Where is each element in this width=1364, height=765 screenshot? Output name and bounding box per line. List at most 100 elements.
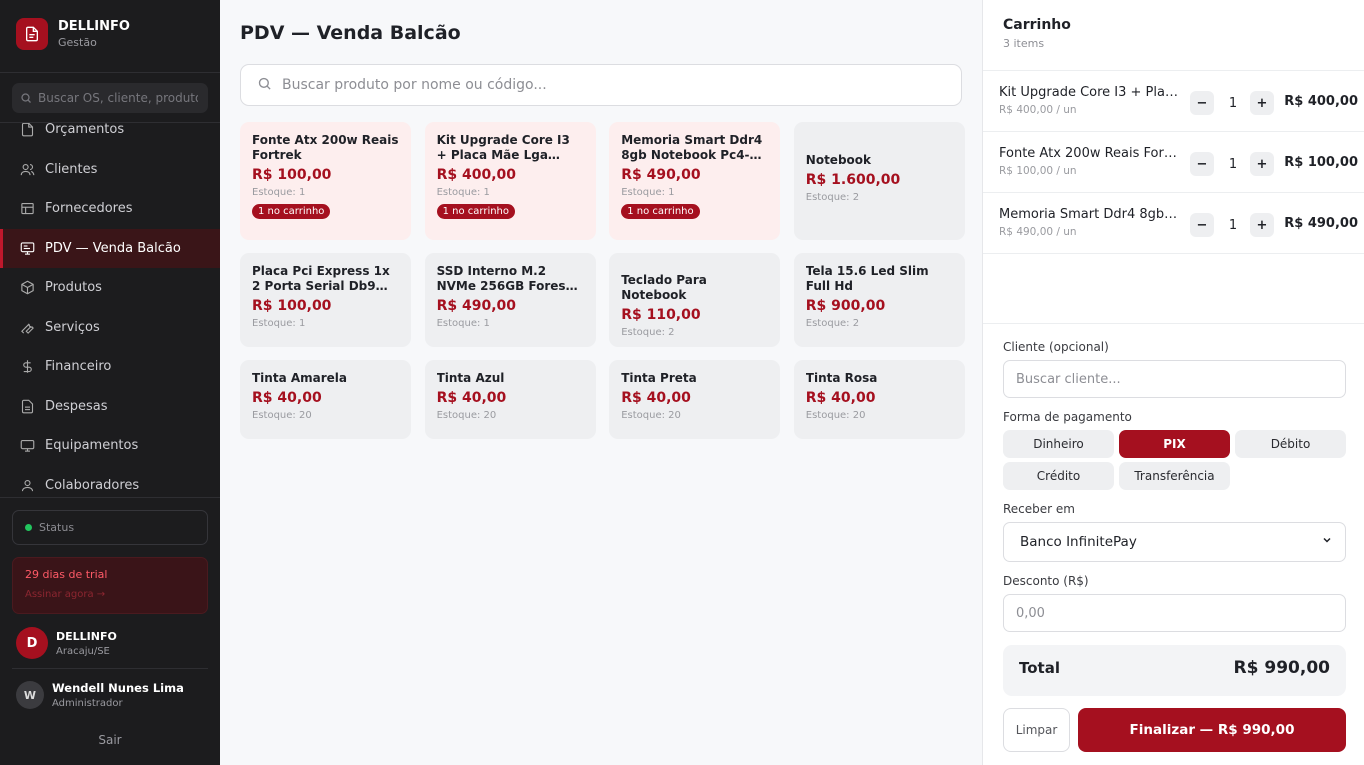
file-icon xyxy=(19,123,35,138)
cart-badge: 1 no carrinho xyxy=(621,204,700,219)
payment-debito-button[interactable]: Débito xyxy=(1235,430,1346,458)
product-card[interactable]: Tinta Rosa R$ 40,00 Estoque: 20 xyxy=(793,360,965,439)
building-icon xyxy=(19,201,35,217)
increase-quantity-button[interactable]: + xyxy=(1250,213,1274,237)
product-search-input[interactable] xyxy=(282,77,942,93)
user-role: Administrador xyxy=(52,698,123,709)
cart-panel: Carrinho 3 items Kit Upgrade Core I3 + P… xyxy=(982,0,1364,765)
finalize-sale-button[interactable]: Finalizar — R$ 990,00 xyxy=(1078,708,1346,752)
payment-credito-button[interactable]: Crédito xyxy=(1003,462,1114,490)
page-title: PDV — Venda Balcão xyxy=(240,22,461,44)
divider xyxy=(0,72,220,73)
product-name: Memoria Smart Ddr4 8gb Notebook Pc4-2400 xyxy=(621,133,763,162)
sidebar-item-colaboradores[interactable]: Colaboradores xyxy=(0,466,220,497)
product-card[interactable]: Tela 15.6 Led Slim Full Hd R$ 900,00 Est… xyxy=(793,253,965,347)
client-search-input[interactable] xyxy=(1003,360,1346,398)
sidebar-item-financeiro[interactable]: Financeiro xyxy=(0,347,220,387)
product-name: Tinta Amarela xyxy=(252,371,348,385)
payment-transferencia-button[interactable]: Transferência xyxy=(1119,462,1230,490)
sidebar-search[interactable] xyxy=(12,83,208,113)
product-card[interactable]: Placa Pci Express 1x 2 Porta Serial Db9 … xyxy=(240,253,411,347)
decrease-quantity-button[interactable]: − xyxy=(1190,91,1214,115)
main-content: PDV — Venda Balcão Fonte Atx 200w Reais … xyxy=(220,0,982,765)
org-location: Aracaju/SE xyxy=(56,645,110,657)
search-icon xyxy=(20,89,32,108)
payment-pix-button[interactable]: PIX xyxy=(1119,430,1230,458)
sidebar-item-label: Orçamentos xyxy=(45,123,125,138)
dollar-icon xyxy=(19,359,35,375)
sidebar-item-clientes[interactable]: Clientes xyxy=(0,150,220,190)
product-card[interactable]: Teclado Para Notebook R$ 110,00 Estoque:… xyxy=(609,253,781,347)
clear-cart-button[interactable]: Limpar xyxy=(1003,708,1070,752)
increase-quantity-button[interactable]: + xyxy=(1250,152,1274,176)
total-summary: Total R$ 990,00 xyxy=(1003,645,1346,696)
sidebar-item-label: Colaboradores xyxy=(45,477,140,493)
product-card[interactable]: Fonte Atx 200w Reais Fortrek R$ 100,00 E… xyxy=(240,122,411,240)
sidebar-item-pdv[interactable]: PDV — Venda Balcão xyxy=(0,228,220,268)
product-name: Kit Upgrade Core I3 + Placa Mãe Lga 1155… xyxy=(436,133,570,162)
product-card[interactable]: Notebook R$ 1.600,00 Estoque: 2 xyxy=(793,122,965,240)
quantity-value: 1 xyxy=(1228,156,1238,172)
brand[interactable]: DELLINFO Gestão xyxy=(16,18,130,50)
sidebar-item-label: Despesas xyxy=(45,398,108,414)
cart-badge: 1 no carrinho xyxy=(252,204,331,219)
cart-item-unit-price: R$ 490,00 / un xyxy=(999,226,1077,238)
org-name: DELLINFO xyxy=(56,629,117,643)
search-icon xyxy=(257,76,272,95)
quantity-value: 1 xyxy=(1228,95,1238,111)
sidebar-item-label: Fornecedores xyxy=(45,201,133,217)
divider xyxy=(0,497,220,498)
product-stock: Estoque: 2 xyxy=(805,318,860,329)
product-name: Tinta Preta xyxy=(621,371,697,385)
product-price: R$ 490,00 xyxy=(621,167,701,183)
product-price: R$ 100,00 xyxy=(252,298,332,314)
sidebar-nav: Orçamentos Clientes Fornecedores PDV — V… xyxy=(0,123,220,496)
discount-input[interactable] xyxy=(1003,594,1346,632)
trial-banner: 29 dias de trial Assinar agora → xyxy=(12,557,208,614)
sidebar-item-orcamentos[interactable]: Orçamentos xyxy=(0,123,220,150)
increase-quantity-button[interactable]: + xyxy=(1250,91,1274,115)
status-label: Status xyxy=(39,521,75,534)
payment-dinheiro-button[interactable]: Dinheiro xyxy=(1003,430,1114,458)
product-price: R$ 100,00 xyxy=(252,167,332,183)
cart-count: 3 items xyxy=(1003,37,1045,50)
sidebar-item-fornecedores[interactable]: Fornecedores xyxy=(0,189,220,229)
cart-item-unit-price: R$ 400,00 / un xyxy=(999,104,1077,116)
product-name: Fonte Atx 200w Reais Fortrek xyxy=(252,133,399,162)
document-icon xyxy=(16,18,48,50)
sidebar-search-input[interactable] xyxy=(38,91,198,105)
sidebar-item-servicos[interactable]: Serviços xyxy=(0,308,220,348)
product-name: Notebook xyxy=(805,153,872,167)
subscribe-link[interactable]: Assinar agora → xyxy=(25,589,195,600)
product-card[interactable]: Memoria Smart Ddr4 8gb Notebook Pc4-2400… xyxy=(609,122,781,240)
sidebar-item-equipamentos[interactable]: Equipamentos xyxy=(0,426,220,466)
product-card[interactable]: Kit Upgrade Core I3 + Placa Mãe Lga 1155… xyxy=(424,122,596,240)
cart-item: Fonte Atx 200w Reais Fortrek R$ 100,00 /… xyxy=(983,132,1364,193)
chevron-down-icon xyxy=(1321,534,1333,550)
product-name: Tela 15.6 Led Slim Full Hd xyxy=(805,264,929,293)
sidebar-item-despesas[interactable]: Despesas xyxy=(0,387,220,427)
organization-info[interactable]: D DELLINFO Aracaju/SE xyxy=(16,627,117,659)
decrease-quantity-button[interactable]: − xyxy=(1190,152,1214,176)
cart-item-name: Kit Upgrade Core I3 + Placa Mãe Lga 1155 xyxy=(999,85,1179,100)
product-card[interactable]: Tinta Amarela R$ 40,00 Estoque: 20 xyxy=(240,360,411,439)
receive-account-select[interactable]: Banco InfinitePay xyxy=(1003,522,1346,562)
brand-subtitle: Gestão xyxy=(58,36,97,49)
product-card[interactable]: SSD Interno M.2 NVMe 256GB Foresee Phiso… xyxy=(424,253,596,347)
product-stock: Estoque: 20 xyxy=(805,410,866,421)
sidebar-item-produtos[interactable]: Produtos xyxy=(0,268,220,308)
product-price: R$ 40,00 xyxy=(805,390,876,406)
product-price: R$ 1.600,00 xyxy=(805,172,901,188)
product-card[interactable]: Tinta Azul R$ 40,00 Estoque: 20 xyxy=(424,360,596,439)
product-card[interactable]: Tinta Preta R$ 40,00 Estoque: 20 xyxy=(609,360,781,439)
product-search[interactable] xyxy=(240,64,962,106)
user-info[interactable]: W Wendell Nunes Lima Administrador xyxy=(16,681,184,709)
brand-name: DELLINFO xyxy=(58,19,130,34)
decrease-quantity-button[interactable]: − xyxy=(1190,213,1214,237)
logout-button[interactable]: Sair xyxy=(0,733,220,747)
payment-label: Forma de pagamento xyxy=(1003,410,1132,424)
product-stock: Estoque: 2 xyxy=(805,192,860,203)
wrench-icon xyxy=(19,319,35,335)
users-icon xyxy=(19,161,35,177)
status-indicator[interactable]: Status xyxy=(12,510,208,545)
